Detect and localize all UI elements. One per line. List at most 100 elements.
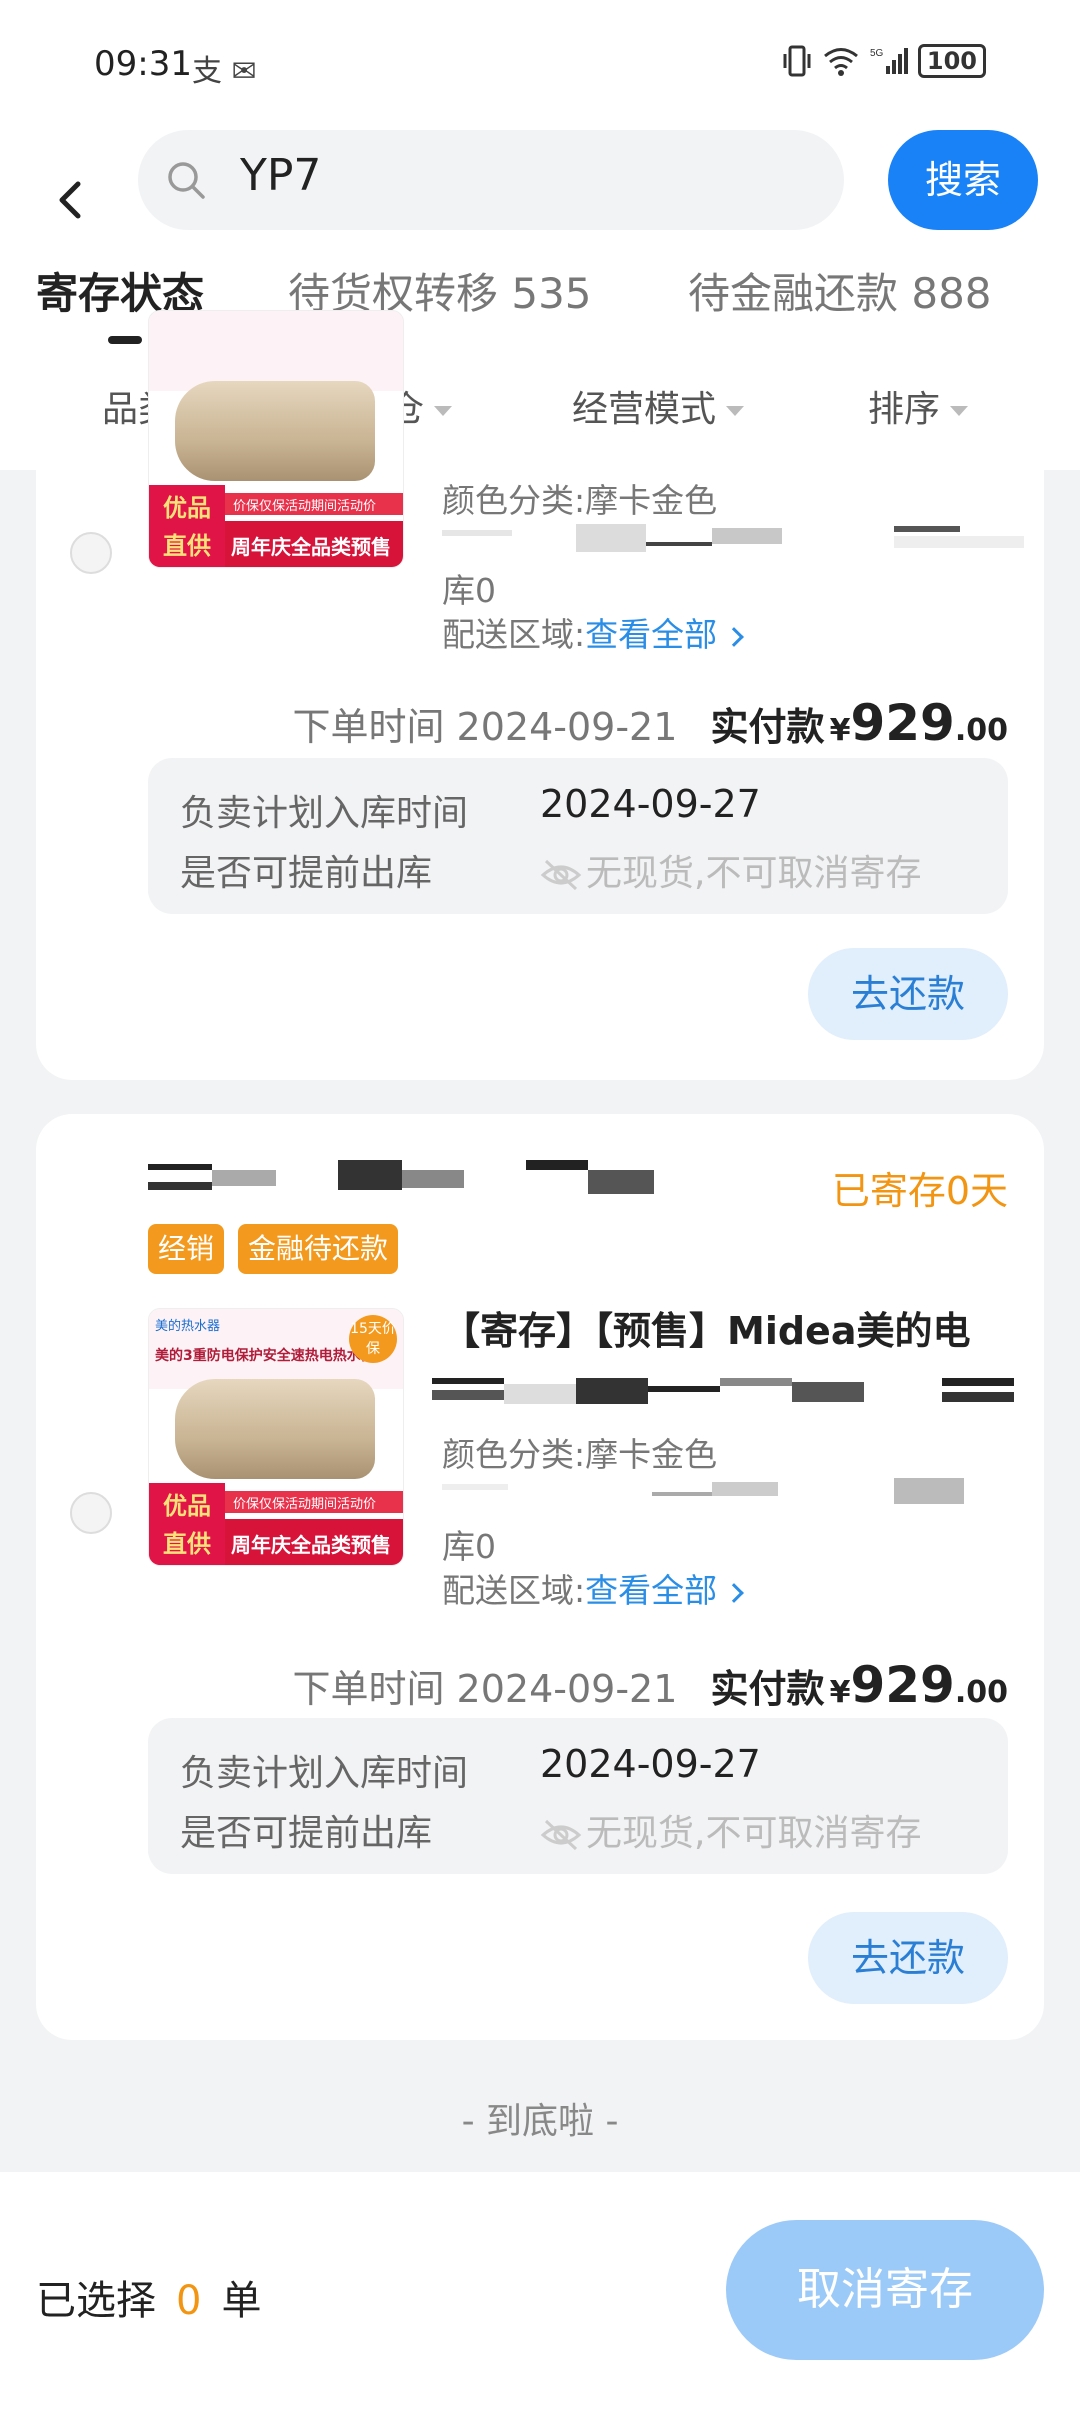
early-out-label: 是否可提前出库 <box>180 1813 433 1854</box>
product-image-band-text: 价保仅保活动期间活动价 <box>233 1497 377 1512</box>
delivery-label: 配送区域: <box>442 1571 586 1610</box>
repay-button[interactable]: 去还款 <box>808 1912 1008 2004</box>
product-image-band-text: 价保仅保活动期间活动价 <box>233 499 377 514</box>
pay-amount-int: 929 <box>850 1656 955 1714</box>
product-title[interactable]: 【寄存】【预售】Midea美的电 <box>442 1300 970 1355</box>
order-time: 下单时间 2024-09-21 <box>292 1667 678 1711</box>
plan-label: 负卖计划入库时间 <box>180 793 469 834</box>
active-tab-indicator <box>108 336 142 344</box>
delivery-link-text: 查看全部 <box>585 615 718 654</box>
pay-amount-dec: .00 <box>954 1675 1008 1710</box>
redacted-title <box>432 1378 1020 1408</box>
badge-line-2: 直供 <box>163 1530 211 1558</box>
product-image-sticker: 15天价保 <box>349 1315 397 1363</box>
stock-text: 库0 <box>442 571 496 610</box>
early-out-text: 无现货,不可取消寄存 <box>586 1813 922 1854</box>
search-query: YP7 <box>240 150 322 201</box>
delivery-link-text: 查看全部 <box>585 1571 718 1610</box>
caret-down-icon <box>434 406 453 416</box>
early-out-value: 无现货,不可取消寄存 <box>540 844 921 896</box>
eye-off-icon <box>540 1819 582 1851</box>
signal-icon: 5G <box>870 48 908 74</box>
order-summary: 下单时间 2024-09-21 实付款 ¥929.00 <box>292 694 1008 752</box>
pay-currency: ¥ <box>829 1675 851 1710</box>
badge-line-1: 优品 <box>163 494 211 522</box>
early-out-text: 无现货,不可取消寄存 <box>586 853 922 894</box>
product-image[interactable]: 美的热水器 美的3重防电保护安全速热电热水器 15天价保 价保仅保活动期间活动价… <box>148 1308 404 1566</box>
chevron-right-icon <box>724 626 745 647</box>
pay-currency: ¥ <box>829 713 851 748</box>
filter-business-mode[interactable]: 经营模式 <box>572 380 745 432</box>
caret-down-icon <box>726 406 745 416</box>
repay-button[interactable]: 去还款 <box>808 948 1008 1040</box>
storage-info-box: 负卖计划入库时间 2024-09-27 是否可提前出库 无现货,不可取消寄存 <box>148 758 1008 914</box>
eye-off-icon <box>540 859 582 891</box>
status-time: 09:31 <box>94 44 192 84</box>
notification-icons: 支 ✉ <box>192 54 257 89</box>
selected-summary: 已选择 0 单 <box>36 2268 261 2326</box>
caret-down-icon <box>950 406 969 416</box>
stock-text: 库0 <box>442 1527 496 1566</box>
delivery-label: 配送区域: <box>442 615 586 654</box>
color-spec: 颜色分类:摩卡金色 <box>442 481 718 520</box>
back-arrow-icon[interactable] <box>50 170 90 230</box>
delivery-view-all-link[interactable]: 查看全部 <box>585 1571 745 1610</box>
product-image-headline: 美的3重防电保护安全速热电热水器 <box>155 1348 375 1364</box>
plan-value: 2024-09-27 <box>540 1742 761 1786</box>
water-heater-graphic <box>175 1379 375 1479</box>
product-image-header <box>149 311 403 391</box>
badge-line-2: 直供 <box>163 532 211 560</box>
pay-amount-int: 929 <box>850 694 955 752</box>
plan-value: 2024-09-27 <box>540 782 761 826</box>
redacted-order-number <box>148 1160 654 1196</box>
svg-text:5G: 5G <box>870 48 884 59</box>
tab-pending-repayment[interactable]: 待金融还款 888 <box>688 260 992 321</box>
tag-finance-pending: 金融待还款 <box>238 1224 399 1274</box>
chevron-right-icon <box>724 1582 745 1603</box>
status-right-icons: 5G 100 <box>782 44 986 78</box>
product-image-badge: 优品 直供 <box>149 485 225 567</box>
search-input[interactable]: YP7 <box>138 130 844 230</box>
select-radio[interactable] <box>70 1492 112 1534</box>
color-spec: 颜色分类:摩卡金色 <box>442 1435 718 1474</box>
product-image-footer-text: 周年庆全品类预售 <box>231 1533 391 1557</box>
water-heater-graphic <box>175 381 375 481</box>
stored-days: 已寄存0天 <box>831 1169 1008 1213</box>
select-radio[interactable] <box>70 532 112 574</box>
selected-suffix: 单 <box>221 2278 262 2324</box>
wifi-icon <box>823 48 858 76</box>
filter-sort-label: 排序 <box>868 389 941 430</box>
pay-label: 实付款 <box>710 705 825 749</box>
storage-info-box: 负卖计划入库时间 2024-09-27 是否可提前出库 无现货,不可取消寄存 <box>148 1718 1008 1874</box>
badge-line-1: 优品 <box>163 1492 211 1520</box>
product-image[interactable]: 价保仅保活动期间活动价 优品直供 周年庆全品类预售 <box>148 310 404 568</box>
cancel-storage-button[interactable]: 取消寄存 <box>726 2220 1044 2360</box>
product-image-badge: 优品 直供 <box>149 1483 225 1565</box>
order-card: 价保仅保活动期间活动价 优品直供 周年庆全品类预售 颜色分类:摩卡金色 库0 配… <box>36 310 1044 1080</box>
pay-label: 实付款 <box>710 1667 825 1711</box>
early-out-value: 无现货,不可取消寄存 <box>540 1804 921 1856</box>
selected-count: 0 <box>176 2278 202 2324</box>
product-image-footer-text: 周年庆全品类预售 <box>231 535 391 559</box>
search-icon <box>168 162 205 199</box>
redacted-spec <box>442 1478 1036 1508</box>
redacted-spec <box>442 524 1036 554</box>
pay-amount-dec: .00 <box>954 713 1008 748</box>
battery-icon: 100 <box>917 44 986 78</box>
tag-distribution: 经销 <box>148 1224 225 1274</box>
filter-sort[interactable]: 排序 <box>868 380 969 432</box>
filter-business-mode-label: 经营模式 <box>572 389 717 430</box>
search-button[interactable]: 搜索 <box>888 130 1038 230</box>
vibrate-icon <box>783 45 811 77</box>
early-out-label: 是否可提前出库 <box>180 853 433 894</box>
list-end-text: - 到底啦 - <box>461 2101 619 2142</box>
selected-prefix: 已选择 <box>36 2278 156 2324</box>
order-card: 已寄存0天 经销 金融待还款 美的热水器 美的3重防电保护安全速热电热水器 15… <box>36 1114 1044 2040</box>
delivery-area: 配送区域:查看全部 <box>442 1564 745 1612</box>
product-image-brand: 美的热水器 <box>155 1319 221 1334</box>
delivery-area: 配送区域:查看全部 <box>442 608 745 656</box>
plan-label: 负卖计划入库时间 <box>180 1753 469 1794</box>
order-summary: 下单时间 2024-09-21 实付款 ¥929.00 <box>292 1656 1008 1714</box>
status-bar: 09:31 支 ✉ 5G 100 <box>0 0 1080 130</box>
delivery-view-all-link[interactable]: 查看全部 <box>585 615 745 654</box>
